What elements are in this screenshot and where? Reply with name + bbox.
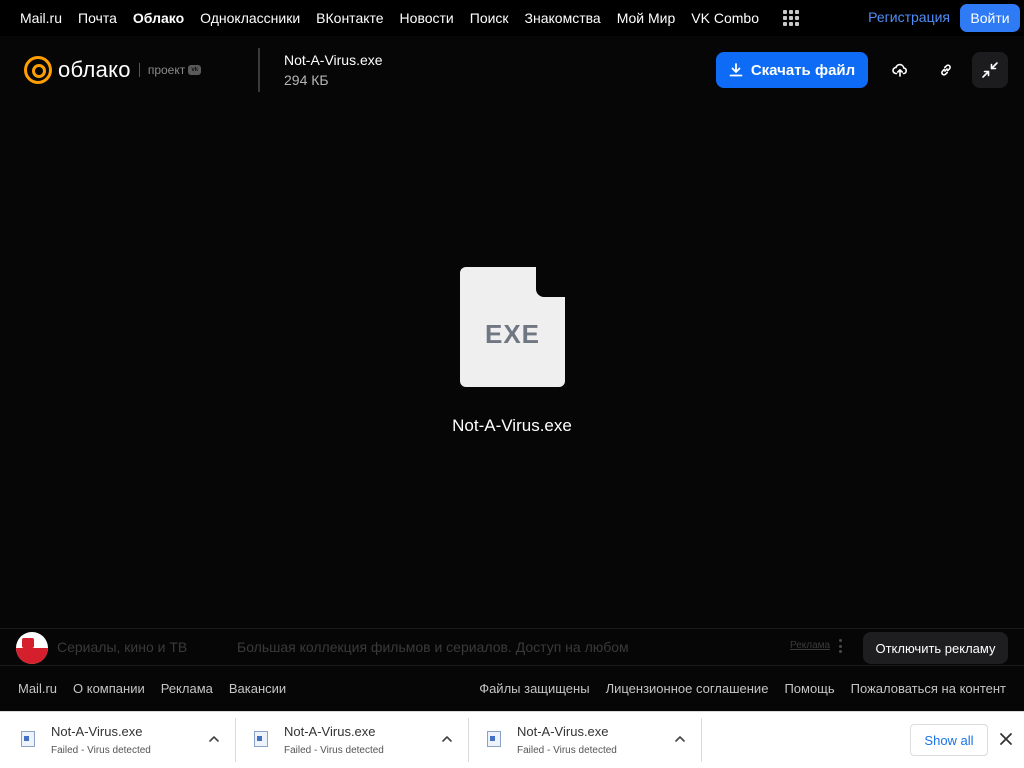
- download-icon: [729, 63, 743, 77]
- nav-link-novosti[interactable]: Новости: [400, 10, 454, 26]
- at-logo-icon: [24, 56, 52, 84]
- portal-links: Mail.ru Почта Облако Одноклассники ВКонт…: [20, 10, 799, 26]
- header-divider: [258, 48, 260, 92]
- logo-divider: [138, 63, 140, 77]
- cloud-upload-icon: [892, 63, 907, 77]
- nav-link-pochta[interactable]: Почта: [78, 10, 117, 26]
- logo-wordmark: облако: [58, 57, 131, 82]
- nav-link-oblako[interactable]: Облако: [133, 10, 184, 26]
- nav-link-odnoklassniki[interactable]: Одноклассники: [200, 10, 300, 26]
- nav-link-moy-mir[interactable]: Мой Мир: [617, 10, 676, 26]
- footer-link-report[interactable]: Пожаловаться на контент: [851, 681, 1006, 696]
- exe-file-icon: EXE: [460, 267, 565, 387]
- download-file-name: Not-A-Virus.exe: [517, 724, 609, 739]
- collapse-icon: [982, 62, 998, 78]
- download-status: Failed - Virus detected: [51, 745, 151, 756]
- file-meta: Not-A-Virus.exe 294 КБ: [284, 52, 383, 88]
- chevron-up-icon[interactable]: [673, 732, 687, 746]
- download-file-label: Скачать файл: [750, 61, 856, 79]
- nav-link-vkontakte[interactable]: ВКонтакте: [316, 10, 383, 26]
- nav-link-poisk[interactable]: Поиск: [470, 10, 509, 26]
- file-size: 294 КБ: [284, 72, 329, 88]
- footer-link-about[interactable]: О компании: [73, 681, 145, 696]
- save-to-cloud-button[interactable]: [882, 52, 918, 88]
- exe-file-icon: [254, 731, 268, 747]
- ad-label[interactable]: Реклама: [790, 640, 830, 651]
- apps-grid-icon[interactable]: [783, 10, 799, 26]
- link-icon: [941, 64, 951, 76]
- footer-left-links: Mail.ru О компании Реклама Вакансии: [18, 681, 302, 696]
- footer-right-links: Файлы защищены Лицензионное соглашение П…: [463, 681, 1006, 696]
- file-title: Not-A-Virus.exe: [284, 52, 383, 68]
- logo-project-label: проект: [147, 63, 186, 77]
- oblako-logo[interactable]: облако проект vk: [24, 56, 202, 84]
- close-icon[interactable]: [998, 731, 1014, 747]
- copy-link-button[interactable]: [928, 52, 964, 88]
- ad-more-options-icon[interactable]: [836, 637, 844, 655]
- footer-link-help[interactable]: Помощь: [784, 681, 834, 696]
- chevron-up-icon[interactable]: [207, 732, 221, 746]
- ad-title[interactable]: Сериалы, кино и ТВ: [57, 639, 187, 655]
- download-status: Failed - Virus detected: [284, 745, 384, 756]
- footer-link-files-protected[interactable]: Файлы защищены: [479, 681, 589, 696]
- download-file-button[interactable]: Скачать файл: [716, 52, 868, 88]
- disable-ads-button[interactable]: Отключить рекламу: [863, 632, 1008, 664]
- footer-link-license[interactable]: Лицензионное соглашение: [606, 681, 769, 696]
- download-item[interactable]: Not-A-Virus.exe Failed - Virus detected: [2, 718, 236, 762]
- file-viewer: EXE Not-A-Virus.exe: [0, 104, 1024, 628]
- footer-link-advertising[interactable]: Реклама: [161, 681, 213, 696]
- download-shelf: Not-A-Virus.exe Failed - Virus detected …: [0, 711, 1024, 768]
- download-status: Failed - Virus detected: [517, 745, 617, 756]
- ad-description[interactable]: Большая коллекция фильмов и сериалов. До…: [237, 639, 629, 655]
- download-item[interactable]: Not-A-Virus.exe Failed - Virus detected: [468, 718, 702, 762]
- ad-banner[interactable]: Сериалы, кино и ТВ Большая коллекция фил…: [0, 628, 1024, 666]
- download-file-name: Not-A-Virus.exe: [51, 724, 143, 739]
- footer-link-jobs[interactable]: Вакансии: [229, 681, 286, 696]
- ad-logo: [16, 632, 48, 664]
- download-file-name: Not-A-Virus.exe: [284, 724, 376, 739]
- portal-nav: Mail.ru Почта Облако Одноклассники ВКонт…: [0, 0, 1024, 36]
- chevron-up-icon[interactable]: [440, 732, 454, 746]
- exe-icon-label: EXE: [484, 319, 541, 349]
- register-link[interactable]: Регистрация: [868, 9, 950, 25]
- vk-badge-icon: vk: [188, 65, 202, 75]
- login-button[interactable]: Войти: [960, 4, 1020, 32]
- cloud-header: облако проект vk Not-A-Virus.exe 294 КБ …: [0, 36, 1024, 104]
- exe-file-icon: [487, 731, 501, 747]
- collapse-view-button[interactable]: [972, 52, 1008, 88]
- site-footer: Mail.ru О компании Реклама Вакансии Файл…: [0, 666, 1024, 711]
- show-all-downloads-button[interactable]: Show all: [910, 724, 988, 756]
- nav-link-vk-combo[interactable]: VK Combo: [691, 10, 759, 26]
- nav-link-mailru[interactable]: Mail.ru: [20, 10, 62, 26]
- download-item[interactable]: Not-A-Virus.exe Failed - Virus detected: [235, 718, 469, 762]
- footer-link-mailru[interactable]: Mail.ru: [18, 681, 57, 696]
- viewer-file-name: Not-A-Virus.exe: [452, 416, 572, 435]
- exe-file-icon: [21, 731, 35, 747]
- nav-link-znakomstva[interactable]: Знакомства: [525, 10, 601, 26]
